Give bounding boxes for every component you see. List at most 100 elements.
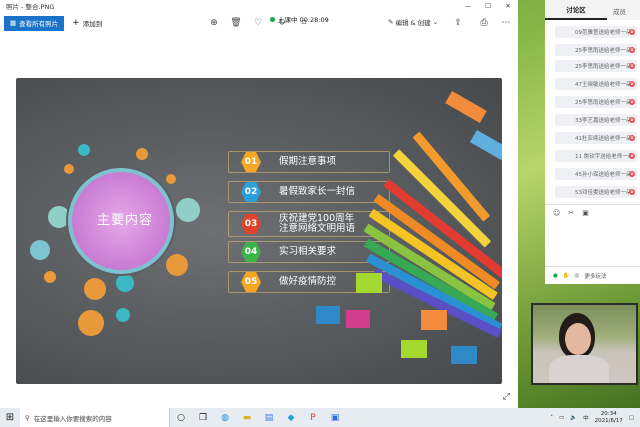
photos-window: 照片 - 整合.PNG — ☐ ✕ ▦ 查看所有照片 + 添加到 上课中 00:… bbox=[0, 0, 518, 408]
hand-icon[interactable]: ✋ bbox=[563, 273, 570, 279]
flower-icon: ✿ bbox=[629, 29, 635, 35]
system-tray: ˄ ▭ 🔈 中 20:34 2021/6/17 ▢ bbox=[550, 411, 640, 425]
list-item: 47王晓敏送给老师一朵 ✿ bbox=[555, 78, 637, 90]
item-number: 02 bbox=[241, 182, 261, 202]
eraser-image bbox=[445, 90, 487, 124]
task-view-icon[interactable]: ❐ bbox=[192, 408, 214, 427]
rotate-icon[interactable]: ↻ bbox=[276, 17, 288, 29]
more-features-label[interactable]: 更多玩法 bbox=[584, 272, 606, 280]
binder-clip-image bbox=[421, 310, 447, 330]
binder-clip-image bbox=[316, 306, 340, 324]
taskbar: ⊞ ⚲ 在这里输入你要搜索的内容 ○ ❐ ◍ ▬ ▤ ◆ P ▣ ˄ ▭ 🔈 中… bbox=[0, 408, 640, 427]
network-icon[interactable]: ▭ bbox=[559, 415, 564, 421]
eraser-image bbox=[469, 129, 502, 161]
delete-icon[interactable]: 🗑 bbox=[230, 17, 242, 29]
clock-date: 2021/6/17 bbox=[594, 417, 623, 424]
list-item: 25李思雨送给老师一朵 ✿ bbox=[555, 96, 637, 108]
add-to-label: 添加到 bbox=[82, 20, 103, 28]
list-item: 25李思雨送给老师一朵 ✿ bbox=[555, 44, 637, 56]
message-text: 11 詹钦宇送给老师一朵 bbox=[575, 154, 634, 160]
location-icon[interactable]: ◎ bbox=[575, 273, 580, 279]
share-icon[interactable]: ⇪ bbox=[452, 17, 464, 29]
list-item: 41杜亚续送给老师一朵 ✿ bbox=[555, 132, 637, 144]
list-item: 25李思雨送给老师一朵 ✿ bbox=[555, 60, 637, 72]
binder-clip-image bbox=[356, 273, 382, 293]
list-item: 53邓佳雯送给老师一朵 ✿ bbox=[555, 186, 637, 198]
title-bar: 照片 - 整合.PNG — ☐ ✕ bbox=[0, 0, 518, 12]
message-text: 09范雅萱送给老师一朵 bbox=[575, 30, 632, 36]
item-number: 05 bbox=[241, 272, 261, 292]
ime-indicator[interactable]: 中 bbox=[583, 414, 589, 422]
taskbar-search[interactable]: ⚲ 在这里输入你要搜索的内容 bbox=[20, 408, 170, 427]
decor-dot bbox=[44, 271, 56, 283]
message-text: 25李思雨送给老师一朵 bbox=[575, 100, 632, 106]
tab-members[interactable]: 成员 bbox=[607, 6, 632, 20]
item-label: 庆祝建党100周年 注意网络文明用语 bbox=[279, 213, 356, 234]
edit-create-label: 编辑 & 创建 bbox=[395, 19, 431, 27]
more-icon[interactable]: ⋯ bbox=[500, 17, 512, 29]
store-icon[interactable]: ▤ bbox=[258, 408, 280, 427]
teacher-video bbox=[531, 303, 638, 385]
decor-dot bbox=[84, 278, 106, 300]
decor-dot bbox=[64, 164, 74, 174]
flower-icon: ✿ bbox=[629, 99, 635, 105]
photos-app-icon[interactable]: ▣ bbox=[324, 408, 346, 427]
minimize-button[interactable]: — bbox=[458, 2, 478, 10]
flower-icon: ✿ bbox=[629, 135, 635, 141]
emoji-icon[interactable]: ☺ bbox=[553, 209, 560, 217]
message-text: 25李思雨送给老师一朵 bbox=[575, 48, 632, 54]
edit-icon: ✎ bbox=[388, 18, 394, 26]
image-icon[interactable]: ▣ bbox=[582, 209, 589, 217]
view-all-photos-button[interactable]: ▦ 查看所有照片 bbox=[4, 15, 65, 31]
add-to-button[interactable]: + 添加到 bbox=[72, 18, 102, 28]
decor-dot bbox=[166, 254, 188, 276]
favorite-icon[interactable]: ♡ bbox=[252, 17, 264, 29]
chat-tabs: 讨论区 成员 bbox=[545, 0, 640, 20]
message-text: 53邓佳雯送给老师一朵 bbox=[575, 190, 632, 196]
close-button[interactable]: ✕ bbox=[498, 2, 518, 10]
clock[interactable]: 20:34 2021/6/17 bbox=[595, 411, 623, 425]
list-item: 03 庆祝建党100周年 注意网络文明用语 bbox=[241, 214, 365, 234]
maximize-button[interactable]: ☐ bbox=[478, 2, 498, 10]
powerpoint-icon[interactable]: P bbox=[302, 408, 324, 427]
message-text: 41杜亚续送给老师一朵 bbox=[575, 136, 632, 142]
edge-icon[interactable]: ◍ bbox=[214, 408, 236, 427]
binder-clip-image bbox=[346, 310, 370, 328]
chevron-up-icon[interactable]: ˄ bbox=[550, 415, 553, 421]
item-number: 03 bbox=[241, 214, 261, 234]
person-body bbox=[549, 355, 609, 383]
view-all-label: 查看所有照片 bbox=[19, 20, 59, 28]
message-text: 33李艺嘉送给老师一朵 bbox=[575, 118, 632, 124]
image-viewer: 主要内容 01 假期注意事项 02 暑假致家长一封信 03 庆祝建党100周年 … bbox=[0, 34, 518, 408]
app-icon[interactable]: ◆ bbox=[280, 408, 302, 427]
chat-panel: 讨论区 成员 09范雅萱送给老师一朵 ✿ 25李思雨送给老师一朵 ✿ 25李思雨送给… bbox=[545, 0, 640, 284]
scissors-icon[interactable]: ✂ bbox=[568, 209, 574, 217]
edit-create-button[interactable]: ✎ 编辑 & 创建 ⌄ bbox=[388, 17, 438, 27]
file-explorer-icon[interactable]: ▬ bbox=[236, 408, 258, 427]
decor-dot bbox=[136, 148, 148, 160]
windows-start-icon[interactable]: ⊞ bbox=[0, 408, 20, 427]
print-icon[interactable]: ⎙ bbox=[478, 17, 490, 29]
list-item: 45孙小琛送给老师一朵 ✿ bbox=[555, 168, 637, 180]
flower-icon: ✿ bbox=[629, 81, 635, 87]
flower-icon: ✿ bbox=[629, 189, 635, 195]
crop-icon[interactable]: ⌗ bbox=[298, 17, 310, 29]
slide-image: 主要内容 01 假期注意事项 02 暑假致家长一封信 03 庆祝建党100周年 … bbox=[16, 78, 502, 384]
chat-input[interactable]: ☺ ✂ ▣ bbox=[545, 204, 640, 264]
search-icon: ⚲ bbox=[25, 413, 30, 422]
decor-dot bbox=[78, 310, 104, 336]
expand-icon[interactable]: ⤢ bbox=[503, 392, 510, 402]
search-placeholder: 在这里输入你要搜索的内容 bbox=[33, 414, 112, 423]
volume-icon[interactable]: 🔈 bbox=[570, 415, 577, 421]
zoom-icon[interactable]: ⊕ bbox=[208, 17, 220, 29]
item-number: 01 bbox=[241, 152, 261, 172]
person-face bbox=[565, 323, 591, 355]
flower-icon: ✿ bbox=[629, 171, 635, 177]
flower-icon: ✿ bbox=[629, 153, 635, 159]
slide-title: 主要内容 bbox=[96, 213, 153, 228]
notification-icon[interactable]: ▢ bbox=[629, 415, 634, 421]
cortana-icon[interactable]: ○ bbox=[170, 408, 192, 427]
microphone-icon[interactable]: ● bbox=[553, 273, 558, 279]
list-item: 33李艺嘉送给老师一朵 ✿ bbox=[555, 114, 637, 126]
tab-discussion[interactable]: 讨论区 bbox=[545, 4, 607, 20]
